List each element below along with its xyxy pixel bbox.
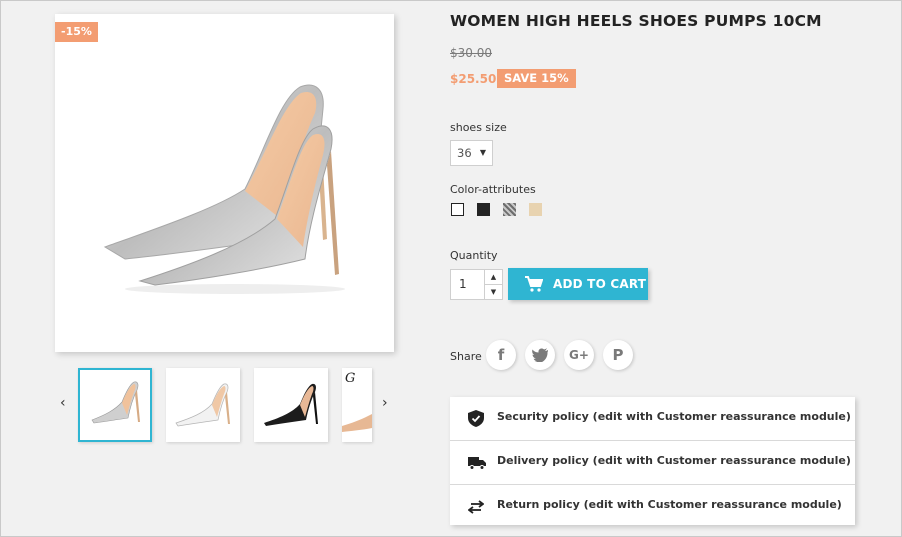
color-swatch-beige[interactable] (529, 203, 542, 216)
reassurance-block: Security policy (edit with Customer reas… (450, 397, 855, 525)
thumbnail-black-pumps[interactable] (254, 368, 328, 442)
quantity-stepper[interactable]: 1 ▲ ▼ (450, 269, 503, 300)
facebook-icon[interactable]: f (486, 340, 516, 370)
swap-arrows-icon (468, 500, 484, 514)
size-select[interactable]: 36 ▼ (450, 140, 493, 166)
color-swatch-black[interactable] (477, 203, 490, 216)
nude-pumps-thumb-image: G (342, 371, 372, 432)
save-badge: SAVE 15% (497, 69, 576, 88)
shield-icon (468, 410, 484, 427)
gallery-prev-arrow[interactable]: ‹ (60, 395, 66, 411)
product-main-image[interactable]: -15% (55, 14, 394, 352)
delivery-policy-row[interactable]: Delivery policy (edit with Customer reas… (450, 440, 855, 484)
cart-icon (525, 276, 543, 292)
current-price: $25.50 (450, 72, 497, 86)
quantity-label: Quantity (450, 249, 498, 262)
discount-badge: -15% (55, 22, 98, 42)
share-label: Share (450, 350, 482, 363)
thumbnail-nude-pumps[interactable]: G (342, 368, 372, 442)
old-price: $30.00 (450, 46, 492, 60)
twitter-icon[interactable] (525, 340, 555, 370)
delivery-policy-text: Delivery policy (edit with Customer reas… (497, 454, 851, 467)
color-label: Color-attributes (450, 183, 536, 196)
size-label: shoes size (450, 121, 507, 134)
size-value: 36 (457, 146, 472, 160)
white-pumps-thumb-image (175, 383, 230, 427)
truck-icon (468, 457, 486, 470)
return-policy-row[interactable]: Return policy (edit with Customer reassu… (450, 484, 855, 528)
quantity-increase-button[interactable]: ▲ (484, 270, 502, 285)
color-swatch-white[interactable] (451, 203, 464, 216)
google-plus-icon[interactable]: G+ (564, 340, 594, 370)
color-swatch-pattern[interactable] (503, 203, 516, 216)
quantity-decrease-button[interactable]: ▼ (484, 285, 502, 299)
thumbnail-silver-pumps[interactable] (78, 368, 152, 442)
add-to-cart-button[interactable]: ADD TO CART (508, 268, 648, 300)
twitter-bird-shape (532, 348, 548, 364)
security-policy-row[interactable]: Security policy (edit with Customer reas… (450, 397, 855, 440)
silver-pumps-thumb-image (91, 381, 140, 424)
gallery-next-arrow[interactable]: › (382, 395, 388, 411)
return-policy-text: Return policy (edit with Customer reassu… (497, 498, 842, 511)
silver-pumps-image (103, 84, 345, 294)
black-pumps-thumb-image (264, 383, 318, 426)
quantity-input[interactable]: 1 (459, 277, 467, 291)
pinterest-icon[interactable]: P (603, 340, 633, 370)
product-title: WOMEN HIGH HEELS SHOES PUMPS 10CM (450, 12, 822, 30)
svg-text:G: G (345, 371, 355, 386)
security-policy-text: Security policy (edit with Customer reas… (497, 410, 851, 423)
caret-down-icon: ▼ (479, 148, 486, 157)
add-to-cart-label: ADD TO CART (553, 277, 647, 291)
thumbnail-white-pumps[interactable] (166, 368, 240, 442)
